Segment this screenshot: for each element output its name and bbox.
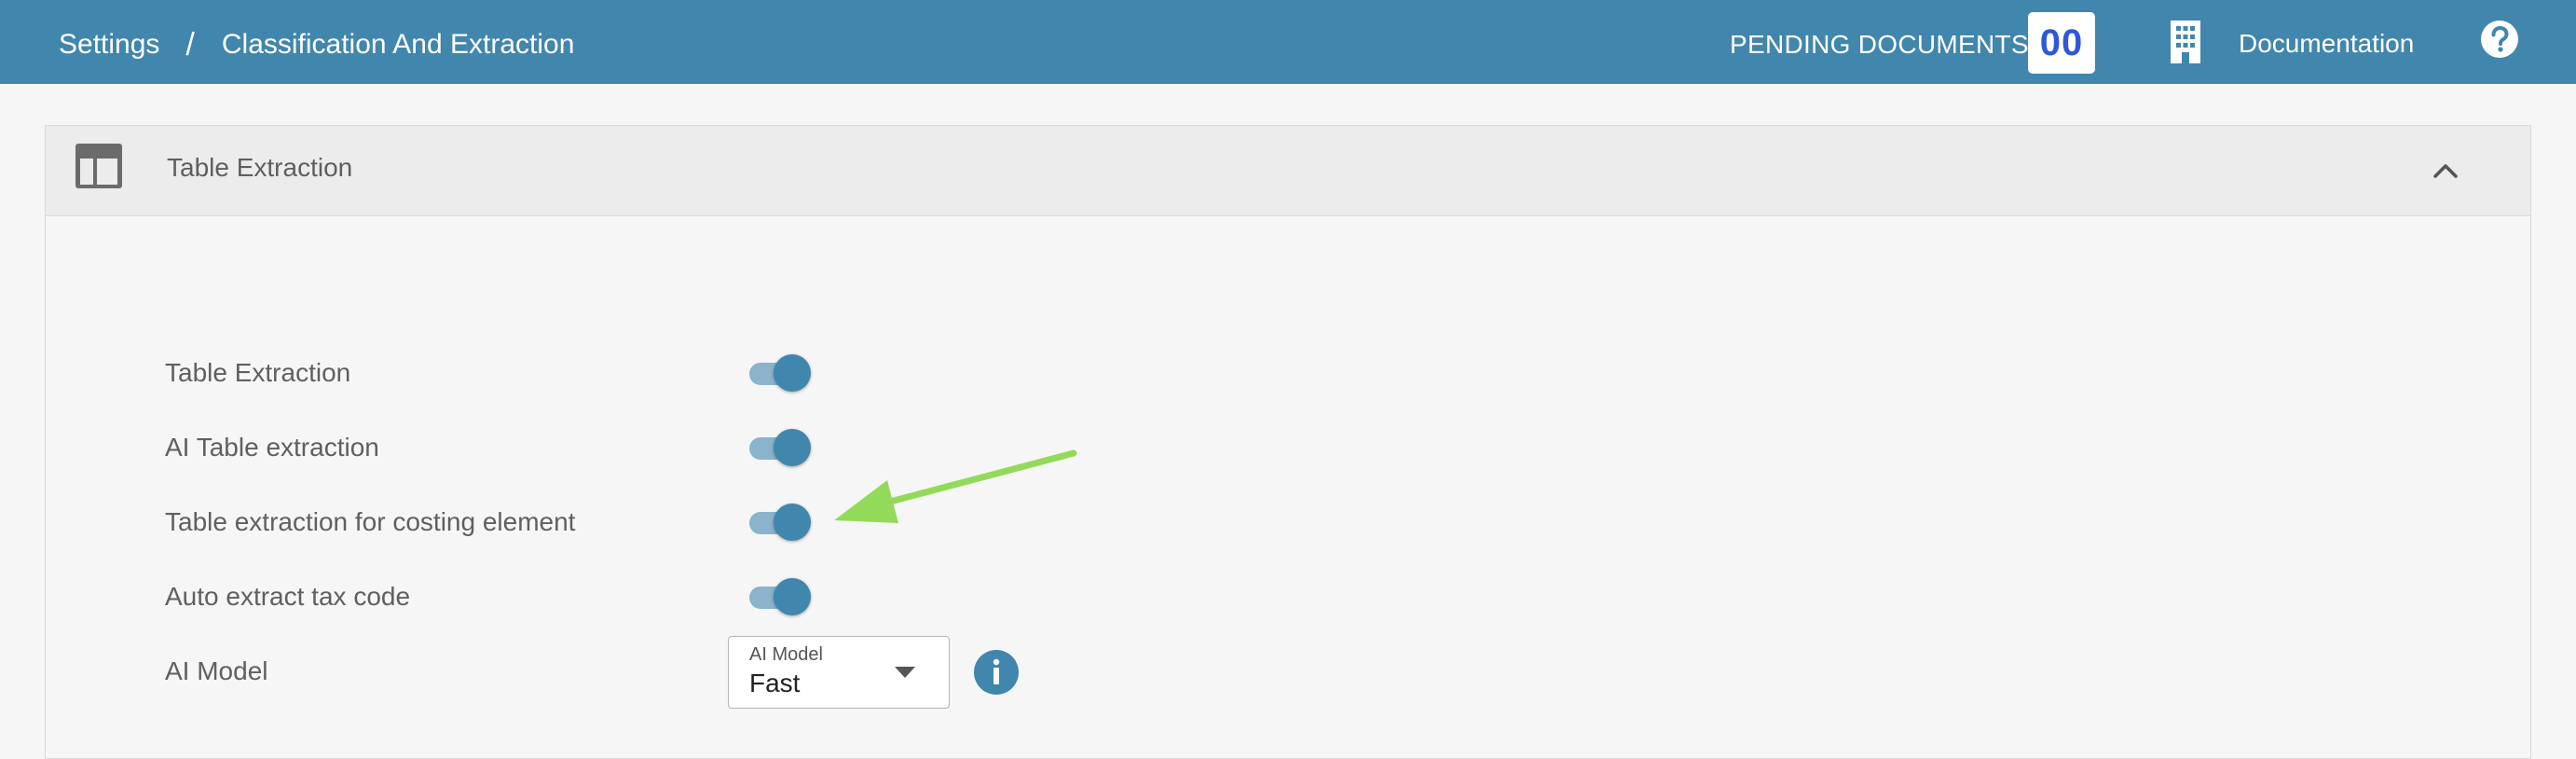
panel-header[interactable]: Table Extraction — [46, 126, 2530, 216]
annotation-arrow-icon — [834, 449, 1077, 523]
toggle-thumb — [774, 578, 811, 615]
caret-down-icon — [895, 667, 915, 678]
toggle-thumb — [774, 429, 811, 466]
setting-label-ai-table-extraction: AI Table extraction — [165, 433, 379, 462]
ai-model-select-label: AI Model — [749, 644, 823, 665]
toggle-thumb — [774, 354, 811, 392]
toggle-table-extraction[interactable] — [747, 352, 813, 393]
setting-label-auto-extract-tax-code: Auto extract tax code — [165, 582, 411, 611]
setting-label-table-extraction: Table Extraction — [165, 358, 351, 387]
table-icon — [75, 144, 122, 188]
top-header: Settings / Classification And Extraction… — [0, 0, 2576, 84]
panel-title: Table Extraction — [167, 153, 353, 182]
help-icon[interactable] — [2480, 20, 2519, 59]
toggle-costing-element[interactable] — [747, 502, 813, 543]
pending-documents-count[interactable]: 00 — [2028, 12, 2095, 74]
breadcrumb-separator: / — [185, 26, 195, 62]
pending-documents-label: PENDING DOCUMENTS: — [1730, 30, 2036, 59]
table-extraction-panel: Table Extraction — [45, 125, 2531, 759]
breadcrumb: Settings / Classification And Extraction — [59, 0, 574, 90]
info-icon[interactable] — [973, 649, 1020, 696]
toggle-thumb — [774, 504, 811, 541]
documentation-link[interactable]: Documentation — [2239, 0, 2414, 88]
ai-model-select-value: Fast — [749, 669, 801, 697]
building-icon[interactable] — [2166, 19, 2205, 65]
breadcrumb-current: Classification And Extraction — [221, 29, 575, 60]
toggle-ai-table-extraction[interactable] — [747, 427, 813, 468]
chevron-up-icon[interactable] — [2432, 161, 2460, 180]
toggle-auto-extract-tax-code[interactable] — [747, 576, 813, 617]
setting-label-costing-element: Table extraction for costing element — [165, 507, 576, 536]
breadcrumb-settings-link[interactable]: Settings — [59, 29, 159, 61]
ai-model-select[interactable]: AI Model Fast — [728, 636, 950, 709]
setting-label-ai-model: AI Model — [165, 656, 268, 685]
